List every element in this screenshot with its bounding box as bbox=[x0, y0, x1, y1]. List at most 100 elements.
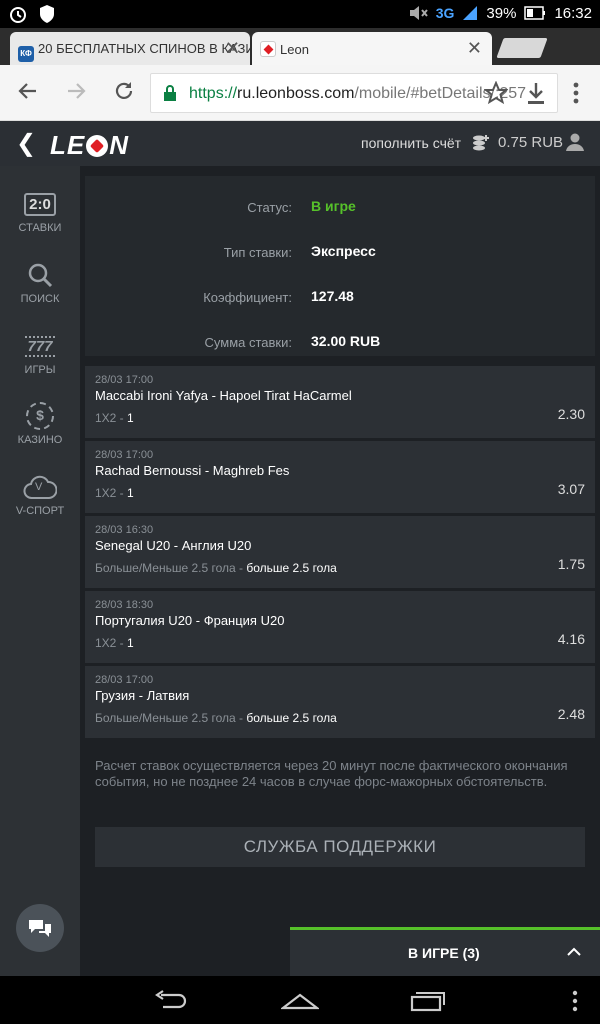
status-bar: 3G 39% 16:32 bbox=[0, 0, 600, 28]
sidebar-item-vsport[interactable]: V V-СПОРТ bbox=[0, 469, 80, 517]
sidebar-item-label: V-СПОРТ bbox=[15, 505, 65, 517]
mute-icon bbox=[409, 6, 428, 20]
close-icon[interactable]: ✕ bbox=[467, 38, 482, 59]
event-match: Senegal U20 - Англия U20 bbox=[95, 538, 252, 553]
back-chevron-icon[interactable]: ❮ bbox=[16, 129, 36, 158]
summary-row-status: Статус: В игре bbox=[85, 185, 595, 230]
event-datetime: 28/03 17:00 bbox=[95, 449, 154, 461]
summary-row-coef: Коэффициент: 127.48 bbox=[85, 275, 595, 320]
cloud-v-letter: V bbox=[35, 481, 43, 493]
support-button[interactable]: СЛУЖБА ПОДДЕРЖКИ bbox=[95, 827, 585, 867]
casino-chip-icon: $ bbox=[26, 402, 54, 430]
leon-logo[interactable]: LE N bbox=[50, 130, 129, 161]
sidebar-item-label: КАЗИНО bbox=[17, 434, 63, 446]
stake-label: Сумма ставки: bbox=[204, 335, 292, 350]
close-icon[interactable]: ✕ bbox=[225, 38, 240, 59]
bet-details: Статус: В игре Тип ставки: Экспресс Коэф… bbox=[80, 166, 600, 976]
sidebar-item-label: СТАВКИ bbox=[18, 222, 62, 234]
event-datetime: 28/03 18:30 bbox=[95, 599, 154, 611]
scoreboard-icon: 2:0 bbox=[24, 192, 56, 216]
status-label: Статус: bbox=[247, 200, 292, 215]
home-icon[interactable] bbox=[281, 990, 319, 1012]
bet-event-row[interactable]: 28/03 17:00 Грузия - Латвия Больше/Меньш… bbox=[85, 666, 595, 738]
browser-toolbar: https://ru.leonboss.com/mobile/#betDetai… bbox=[0, 65, 600, 121]
event-odds: 2.30 bbox=[557, 406, 585, 422]
clock: 16:32 bbox=[554, 4, 592, 22]
sidebar-item-bets[interactable]: 2:0 СТАВКИ bbox=[0, 186, 80, 234]
event-match: Maccabi Ironi Yafya - Hapoel Tirat HaCar… bbox=[95, 388, 352, 403]
search-icon bbox=[28, 263, 53, 288]
topup-link[interactable]: пополнить счёт bbox=[361, 135, 461, 151]
summary-row-stake: Сумма ставки: 32.00 RUB bbox=[85, 320, 595, 365]
settlement-note: Расчет ставок осуществляется через 20 ми… bbox=[95, 758, 568, 789]
chevron-up-icon[interactable] bbox=[566, 944, 582, 960]
type-value: Экспресс bbox=[311, 243, 376, 259]
status-value: В игре bbox=[311, 198, 356, 214]
ingame-label: В ИГРЕ (3) bbox=[408, 945, 480, 961]
coef-label: Коэффициент: bbox=[203, 290, 292, 305]
overflow-menu-icon[interactable] bbox=[571, 990, 579, 1012]
event-datetime: 28/03 17:00 bbox=[95, 674, 154, 686]
sidebar: 2:0 СТАВКИ ПОИСК 777 ИГРЫ $ КАЗИНО V V-С… bbox=[0, 166, 80, 976]
tab-strip: КФ 20 БЕСПЛАТНЫХ СПИНОВ В КАЗИ ✕ Leon ✕ bbox=[0, 28, 600, 65]
slot-777-icon: 777 bbox=[25, 335, 55, 357]
balance-value: 0.75 RUB bbox=[498, 134, 564, 151]
overflow-menu-icon[interactable] bbox=[572, 81, 580, 105]
url-host: ru.leonboss.com bbox=[237, 85, 355, 102]
leon-favicon-icon bbox=[260, 41, 276, 57]
system-nav-bar bbox=[0, 976, 600, 1024]
alarm-icon bbox=[10, 7, 26, 23]
bet-summary: Статус: В игре Тип ставки: Экспресс Коэф… bbox=[85, 176, 595, 356]
sidebar-item-games[interactable]: 777 ИГРЫ bbox=[0, 328, 80, 376]
bet-event-row[interactable]: 28/03 17:00 Maccabi Ironi Yafya - Hapoel… bbox=[85, 366, 595, 438]
new-tab-button[interactable] bbox=[496, 38, 548, 58]
type-label: Тип ставки: bbox=[223, 245, 292, 260]
chat-button[interactable] bbox=[16, 904, 64, 952]
bet-event-row[interactable]: 28/03 18:30 Португалия U20 - Франция U20… bbox=[85, 591, 595, 663]
event-odds: 3.07 bbox=[557, 481, 585, 497]
shield-icon bbox=[40, 5, 54, 23]
summary-row-type: Тип ставки: Экспресс bbox=[85, 230, 595, 275]
reload-icon[interactable] bbox=[112, 79, 136, 103]
star-icon[interactable] bbox=[484, 81, 508, 105]
event-market: 1X2 - 1 bbox=[95, 411, 134, 425]
bet-event-row[interactable]: 28/03 16:30 Senegal U20 - Англия U20 Бол… bbox=[85, 516, 595, 588]
sidebar-item-casino[interactable]: $ КАЗИНО bbox=[0, 398, 80, 446]
signal-icon bbox=[463, 6, 478, 20]
tab-leon[interactable]: Leon ✕ bbox=[252, 32, 492, 65]
event-market: 1X2 - 1 bbox=[95, 636, 134, 650]
coins-icon[interactable] bbox=[470, 133, 490, 153]
kf-favicon-icon: КФ bbox=[18, 46, 34, 62]
sidebar-item-search[interactable]: ПОИСК bbox=[0, 257, 80, 305]
lock-icon bbox=[164, 85, 176, 101]
event-odds: 1.75 bbox=[557, 556, 585, 572]
tab-title: 20 БЕСПЛАТНЫХ СПИНОВ В КАЗИ bbox=[38, 41, 250, 56]
app-header: ❮ LE N пополнить счёт 0.75 RUB bbox=[0, 121, 600, 166]
event-odds: 2.48 bbox=[557, 706, 585, 722]
battery-icon bbox=[524, 6, 546, 20]
event-market: Больше/Меньше 2.5 гола - больше 2.5 гола bbox=[95, 711, 337, 725]
event-datetime: 28/03 16:30 bbox=[95, 524, 154, 536]
event-match: Грузия - Латвия bbox=[95, 688, 190, 703]
bet-event-row[interactable]: 28/03 17:00 Rachad Bernoussi - Maghreb F… bbox=[85, 441, 595, 513]
event-match: Португалия U20 - Франция U20 bbox=[95, 613, 285, 628]
recents-icon[interactable] bbox=[410, 990, 446, 1012]
sidebar-item-label: ПОИСК bbox=[20, 293, 60, 305]
stake-value: 32.00 RUB bbox=[311, 333, 381, 349]
forward-arrow-icon[interactable] bbox=[64, 79, 88, 103]
coef-value: 127.48 bbox=[311, 288, 354, 304]
logo-ball-icon bbox=[86, 135, 109, 157]
sidebar-item-label: ИГРЫ bbox=[24, 364, 56, 376]
ingame-panel[interactable]: В ИГРЕ (3) bbox=[290, 927, 600, 976]
event-market: 1X2 - 1 bbox=[95, 486, 134, 500]
tab-title: Leon bbox=[280, 42, 309, 57]
back-arrow-icon[interactable] bbox=[16, 79, 40, 103]
tab-casino[interactable]: КФ 20 БЕСПЛАТНЫХ СПИНОВ В КАЗИ ✕ bbox=[10, 32, 250, 65]
network-type: 3G bbox=[435, 5, 455, 21]
download-icon[interactable] bbox=[525, 81, 547, 105]
url-scheme: https:// bbox=[189, 85, 238, 102]
user-icon[interactable] bbox=[565, 132, 585, 152]
back-icon[interactable] bbox=[153, 990, 189, 1012]
event-market: Больше/Меньше 2.5 гола - больше 2.5 гола bbox=[95, 561, 337, 575]
event-odds: 4.16 bbox=[557, 631, 585, 647]
